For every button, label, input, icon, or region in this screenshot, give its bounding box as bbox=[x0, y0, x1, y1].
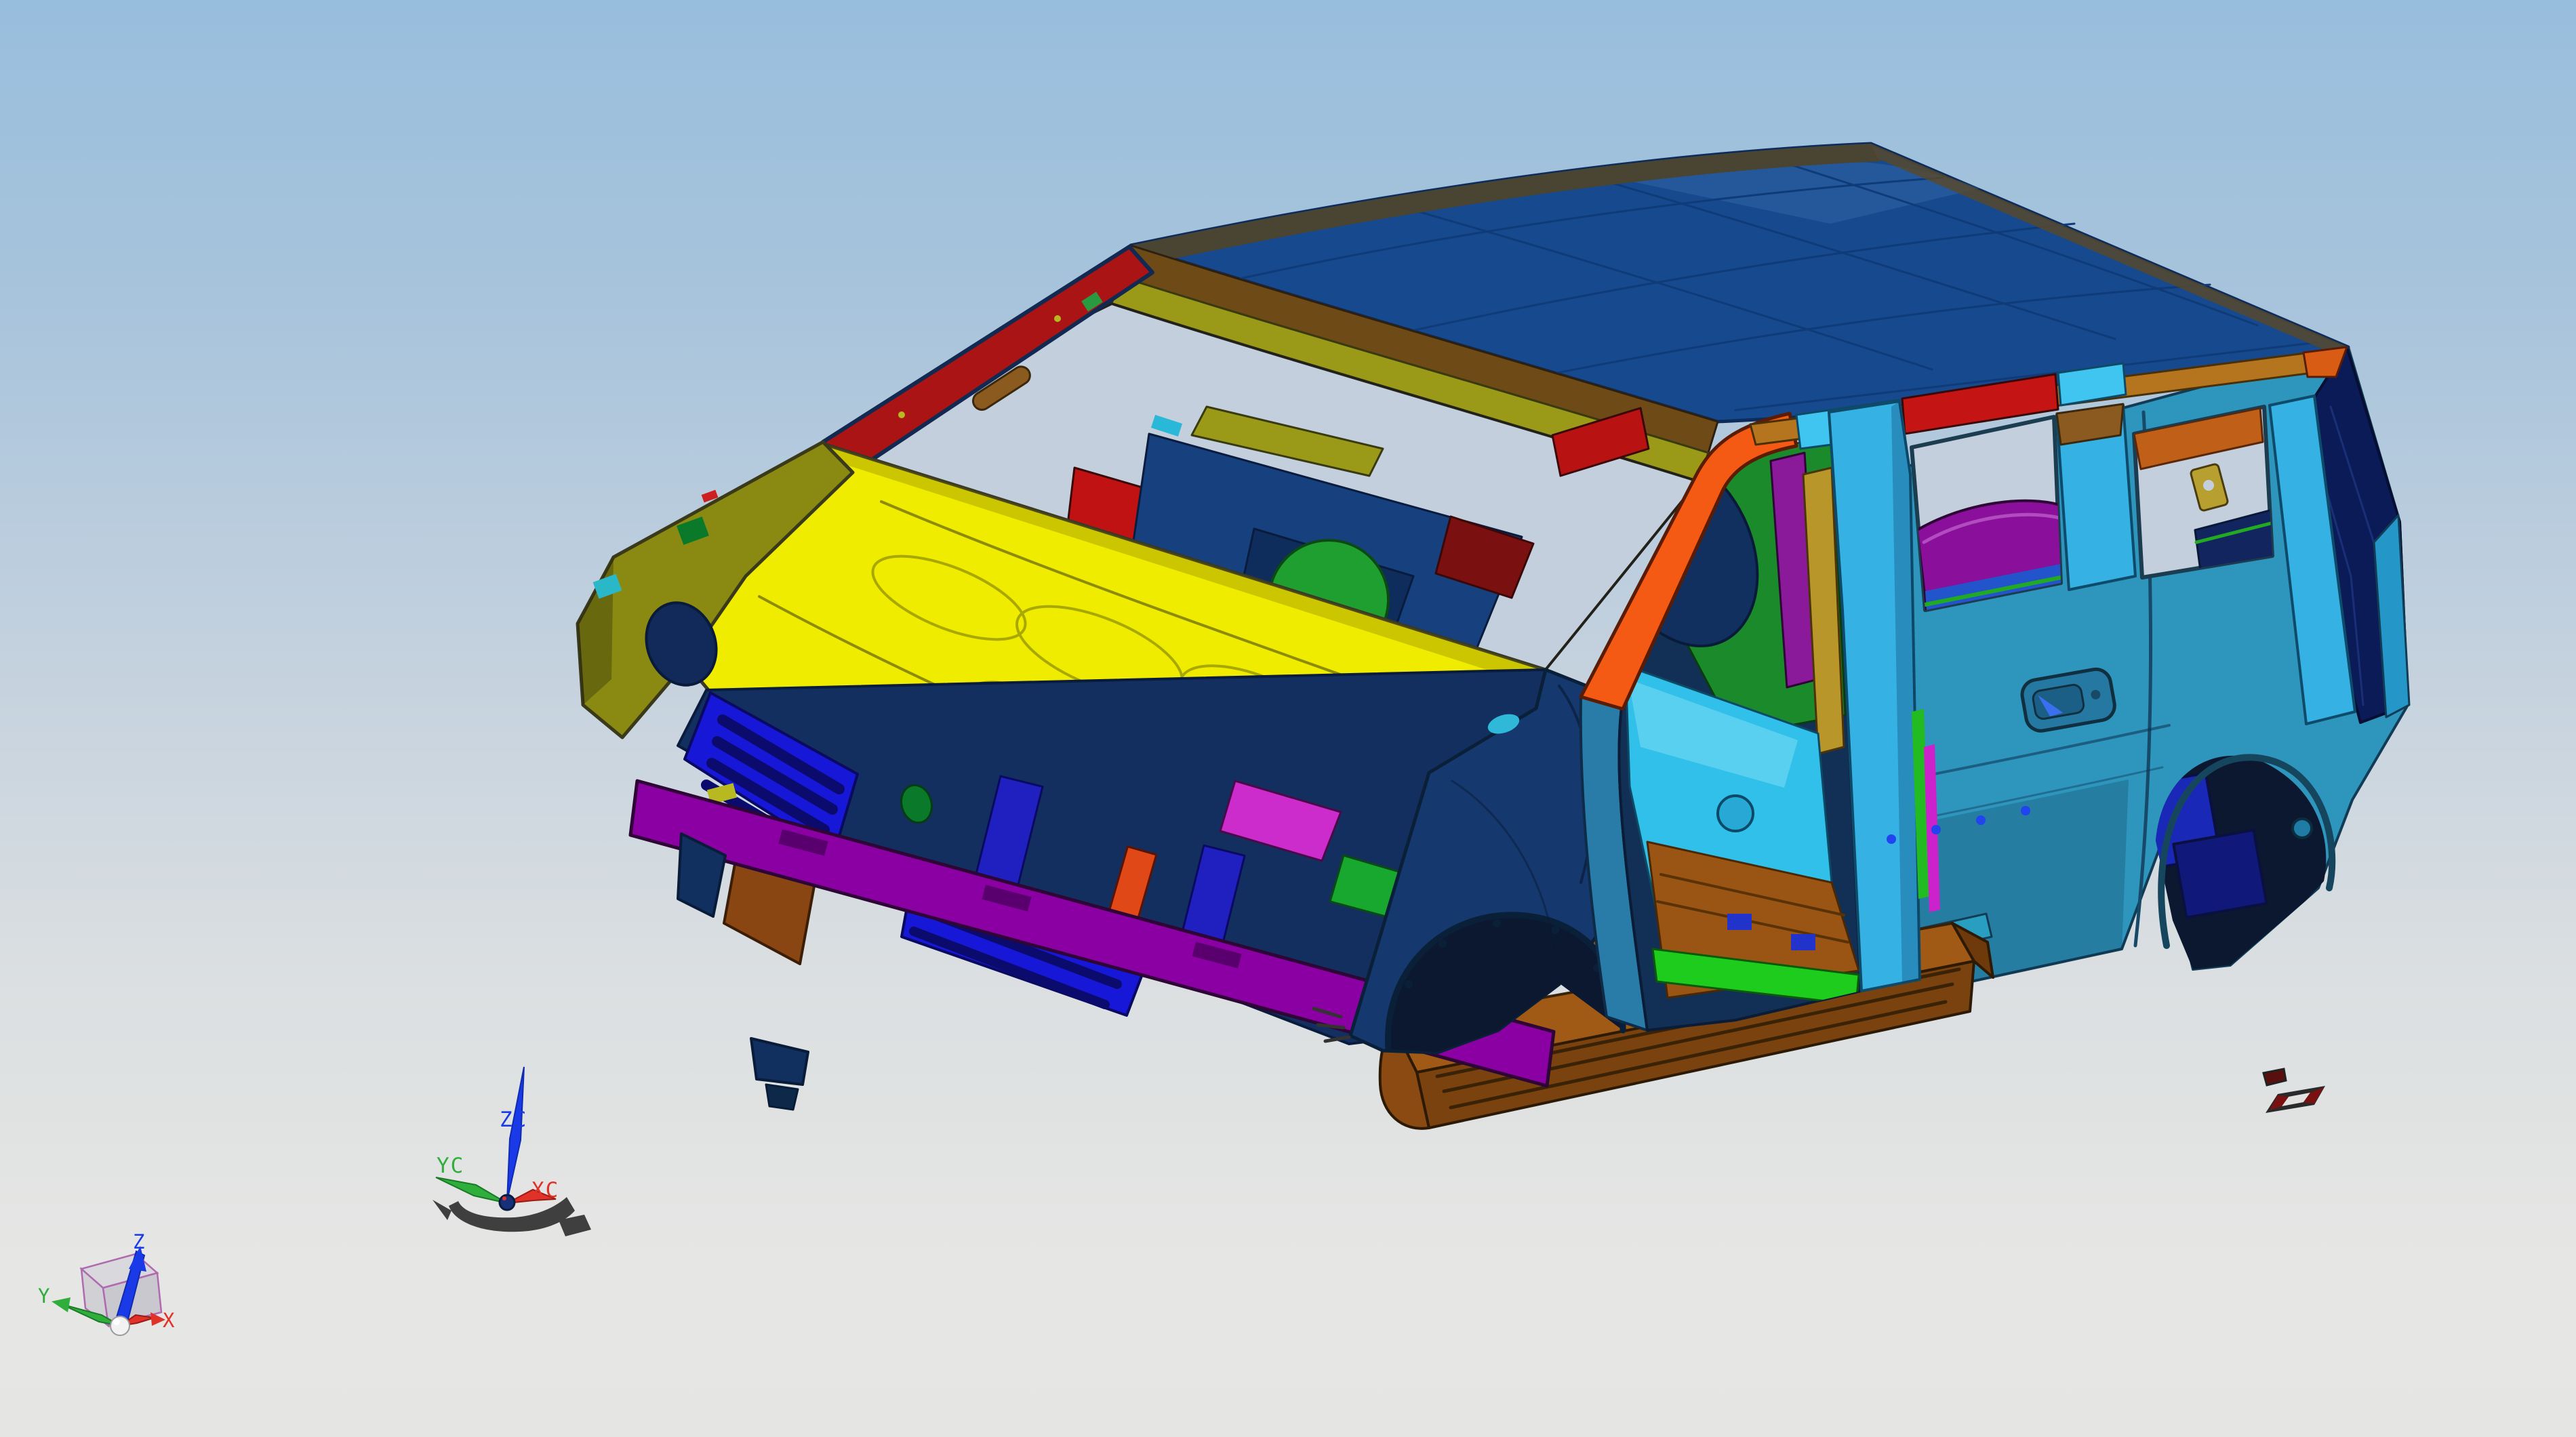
datum-y-label: Y bbox=[38, 1284, 50, 1308]
datum-y-head bbox=[52, 1297, 71, 1312]
seat-anchor bbox=[1727, 914, 1752, 930]
pillar-screw bbox=[898, 411, 905, 418]
datum-x-label: X bbox=[163, 1309, 175, 1332]
rear-door-window[interactable] bbox=[1912, 417, 2064, 611]
car-body-model[interactable] bbox=[578, 144, 2409, 1129]
hitch-plate[interactable] bbox=[751, 1038, 808, 1085]
wcs-z-label: ZC bbox=[500, 1108, 527, 1132]
wcs-z-axis[interactable] bbox=[507, 1067, 524, 1201]
wcs-x-label: XC bbox=[531, 1178, 559, 1202]
cad-viewport: { "viewport": { "background_top": "#98be… bbox=[0, 0, 2576, 1437]
small-red-chip[interactable] bbox=[2263, 1069, 2286, 1085]
datum-origin-sphere[interactable] bbox=[110, 1316, 129, 1335]
cad-3d-scene: ZC YC XC Z Y X bbox=[0, 0, 2576, 1437]
inner-box[interactable] bbox=[2173, 830, 2266, 918]
floating-parts[interactable] bbox=[2263, 1069, 2325, 1113]
datum-z-label: Z bbox=[133, 1230, 145, 1253]
pillar-screw-2 bbox=[1054, 315, 1061, 322]
wcs-origin[interactable] bbox=[500, 1195, 515, 1210]
datum-origin-shine bbox=[113, 1318, 120, 1325]
quarter-window[interactable] bbox=[2134, 407, 2274, 578]
wcs-origin-dot bbox=[502, 1196, 506, 1200]
hitch-step bbox=[766, 1085, 798, 1110]
wcs-y-axis[interactable] bbox=[436, 1177, 507, 1203]
datum-csys[interactable]: Z Y X bbox=[38, 1230, 175, 1335]
fuel-filler-hole[interactable] bbox=[2293, 819, 2312, 838]
clip-hole bbox=[2203, 480, 2214, 491]
wcs-triad[interactable]: ZC YC XC bbox=[432, 1067, 591, 1236]
wcs-handle-arrowhead bbox=[432, 1200, 451, 1220]
wcs-y-label: YC bbox=[437, 1154, 464, 1178]
seat-anchor-2 bbox=[1791, 934, 1815, 950]
floor-speaker bbox=[1718, 796, 1753, 831]
